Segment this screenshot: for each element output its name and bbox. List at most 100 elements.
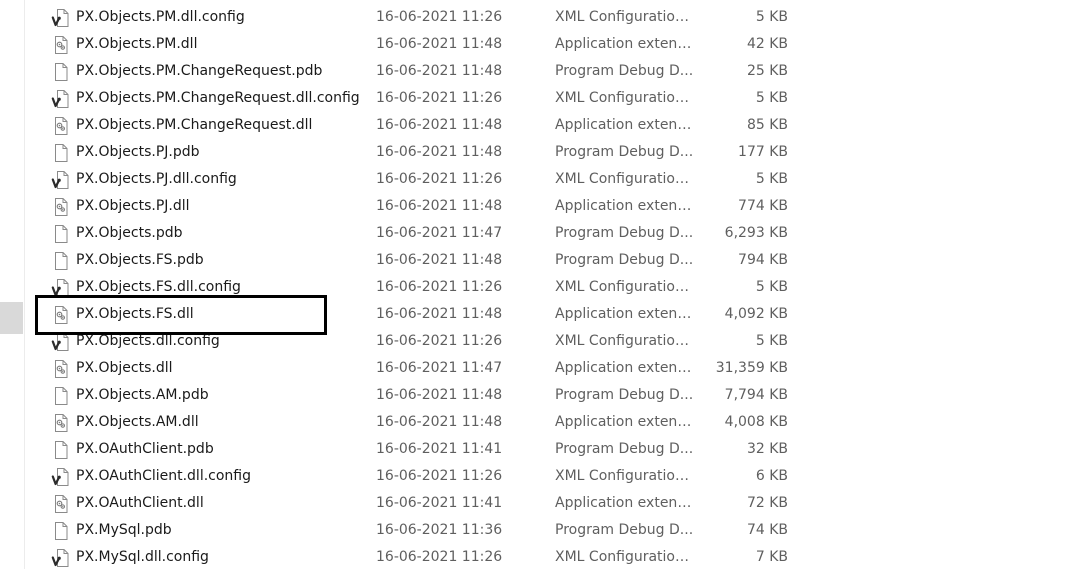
file-row[interactable]: PX.Objects.PM.ChangeRequest.pdb 16-06-202… (25, 58, 1073, 85)
file-type: Application extens... (555, 306, 695, 322)
file-date-modified: 16-06-2021 11:26 (376, 468, 503, 484)
file-name: PX.Objects.pdb (76, 225, 183, 241)
file-date-modified: 16-06-2021 11:26 (376, 9, 503, 25)
file-name: PX.Objects.FS.dll (76, 306, 194, 322)
file-row[interactable]: PX.Objects.PJ.dll.config 16-06-2021 11:26… (25, 166, 1073, 193)
file-type: XML Configuration... (555, 333, 695, 349)
file-date-modified: 16-06-2021 11:36 (376, 522, 503, 538)
file-row[interactable]: PX.Objects.PM.dll.config 16-06-2021 11:26… (25, 4, 1073, 31)
file-row[interactable]: PX.Objects.PM.ChangeRequest.dll 16-06-202… (25, 112, 1073, 139)
file-row[interactable]: PX.Objects.dll 16-06-2021 11:47 Applicatio… (25, 355, 1073, 382)
file-date-modified: 16-06-2021 11:48 (376, 387, 503, 403)
file-type: Program Debug D... (555, 225, 694, 241)
file-date-modified: 16-06-2021 11:48 (376, 63, 503, 79)
file-name: PX.MySql.pdb (76, 522, 172, 538)
blank-file-icon (51, 143, 71, 163)
file-date-modified: 16-06-2021 11:26 (376, 333, 503, 349)
file-size: 6,293 KB (724, 225, 788, 241)
file-name: PX.Objects.PM.dll.config (76, 9, 245, 25)
config-file-icon (51, 8, 71, 28)
file-date-modified: 16-06-2021 11:41 (376, 441, 503, 457)
dll-file-icon (51, 494, 71, 514)
file-name: PX.Objects.FS.pdb (76, 252, 204, 268)
file-name: PX.Objects.PM.dll (76, 36, 198, 52)
file-name: PX.Objects.dll.config (76, 333, 220, 349)
file-name: PX.Objects.PM.ChangeRequest.pdb (76, 63, 323, 79)
file-row[interactable]: PX.Objects.AM.pdb 16-06-2021 11:48 Program… (25, 382, 1073, 409)
file-size: 4,008 KB (724, 414, 788, 430)
file-date-modified: 16-06-2021 11:47 (376, 360, 503, 376)
file-size: 7,794 KB (724, 387, 788, 403)
config-file-icon (51, 278, 71, 298)
file-type: Program Debug D... (555, 387, 694, 403)
file-type: XML Configuration... (555, 90, 695, 106)
config-file-icon (51, 548, 71, 568)
file-type: Program Debug D... (555, 441, 694, 457)
file-row[interactable]: PX.OAuthClient.dll 16-06-2021 11:41 Applic… (25, 490, 1073, 517)
blank-file-icon (51, 224, 71, 244)
file-size: 5 KB (755, 333, 788, 349)
file-date-modified: 16-06-2021 11:48 (376, 414, 503, 430)
file-date-modified: 16-06-2021 11:41 (376, 495, 503, 511)
file-row[interactable]: PX.Objects.FS.dll 16-06-2021 11:48 Applica… (25, 301, 1073, 328)
file-date-modified: 16-06-2021 11:48 (376, 36, 503, 52)
blank-file-icon (51, 521, 71, 541)
file-name: PX.OAuthClient.dll (76, 495, 204, 511)
config-file-icon (51, 170, 71, 190)
file-size: 6 KB (755, 468, 788, 484)
file-row[interactable]: PX.Objects.pdb 16-06-2021 11:47 Program De… (25, 220, 1073, 247)
file-size: 7 KB (755, 549, 788, 565)
file-type: Application extens... (555, 36, 695, 52)
file-date-modified: 16-06-2021 11:26 (376, 90, 503, 106)
file-row[interactable]: PX.MySql.pdb 16-06-2021 11:36 Program Debu… (25, 517, 1073, 544)
file-name: PX.MySql.dll.config (76, 549, 209, 565)
file-type: Program Debug D... (555, 522, 694, 538)
file-row[interactable]: PX.MySql.dll.config 16-06-2021 11:26 XML C… (25, 544, 1073, 569)
file-type: XML Configuration... (555, 9, 695, 25)
file-type: Program Debug D... (555, 252, 694, 268)
file-size: 5 KB (755, 171, 788, 187)
file-row[interactable]: PX.Objects.FS.pdb 16-06-2021 11:48 Program… (25, 247, 1073, 274)
file-row[interactable]: PX.Objects.AM.dll 16-06-2021 11:48 Applica… (25, 409, 1073, 436)
file-name: PX.Objects.PJ.dll.config (76, 171, 237, 187)
config-file-icon (51, 89, 71, 109)
blank-file-icon (51, 440, 71, 460)
file-row[interactable]: PX.Objects.FS.dll.config 16-06-2021 11:26… (25, 274, 1073, 301)
file-size: 74 KB (746, 522, 788, 538)
file-row[interactable]: PX.OAuthClient.dll.config 16-06-2021 11:2… (25, 463, 1073, 490)
file-size: 5 KB (755, 9, 788, 25)
file-size: 774 KB (738, 198, 788, 214)
file-date-modified: 16-06-2021 11:48 (376, 306, 503, 322)
file-row[interactable]: PX.Objects.PM.ChangeRequest.dll.config 16… (25, 85, 1073, 112)
blank-file-icon (51, 62, 71, 82)
file-row[interactable]: PX.Objects.dll.config 16-06-2021 11:26 XML… (25, 328, 1073, 355)
file-row[interactable]: PX.Objects.PJ.pdb 16-06-2021 11:48 Program… (25, 139, 1073, 166)
config-file-icon (51, 332, 71, 352)
file-type: Application extens... (555, 495, 695, 511)
file-date-modified: 16-06-2021 11:47 (376, 225, 503, 241)
file-type: Application extens... (555, 360, 695, 376)
file-name: PX.Objects.PM.ChangeRequest.dll.config (76, 90, 360, 106)
file-type: Application extens... (555, 414, 695, 430)
file-size: 794 KB (738, 252, 788, 268)
file-type: Program Debug D... (555, 63, 694, 79)
file-name: PX.Objects.PJ.pdb (76, 144, 200, 160)
file-row[interactable]: PX.OAuthClient.pdb 16-06-2021 11:41 Progra… (25, 436, 1073, 463)
file-size: 32 KB (746, 441, 788, 457)
navigation-pane-selection-marker (0, 302, 23, 334)
file-row[interactable]: PX.Objects.PJ.dll 16-06-2021 11:48 Applica… (25, 193, 1073, 220)
file-date-modified: 16-06-2021 11:48 (376, 144, 503, 160)
file-name: PX.OAuthClient.pdb (76, 441, 214, 457)
file-type: XML Configuration... (555, 171, 695, 187)
file-date-modified: 16-06-2021 11:26 (376, 549, 503, 565)
file-type: XML Configuration... (555, 468, 695, 484)
dll-file-icon (51, 197, 71, 217)
file-name: PX.Objects.PJ.dll (76, 198, 190, 214)
dll-file-icon (51, 305, 71, 325)
dll-file-icon (51, 35, 71, 55)
dll-file-icon (51, 116, 71, 136)
file-row[interactable]: PX.Objects.PM.dll 16-06-2021 11:48 Applica… (25, 31, 1073, 58)
file-size: 4,092 KB (724, 306, 788, 322)
file-size: 5 KB (755, 279, 788, 295)
file-name: PX.Objects.AM.pdb (76, 387, 209, 403)
